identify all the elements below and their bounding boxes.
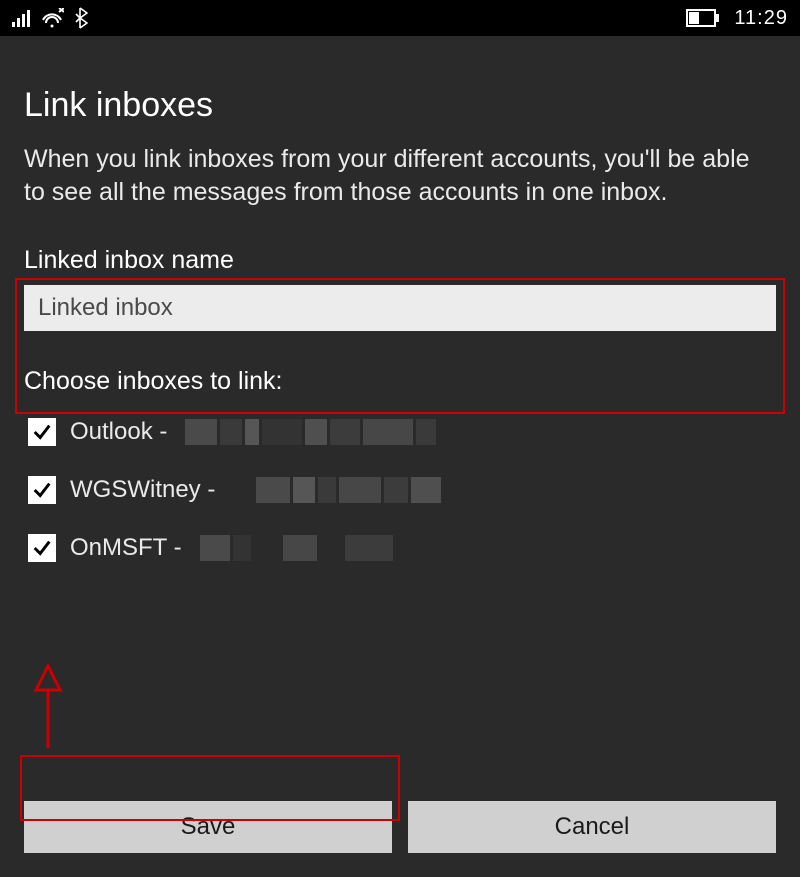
battery-icon (686, 9, 720, 27)
checkbox-onmsft[interactable] (28, 534, 56, 562)
checkbox-wgswitney[interactable] (28, 476, 56, 504)
inbox-label: Outlook - (70, 418, 167, 446)
linked-name-label: Linked inbox name (24, 246, 776, 275)
save-button[interactable]: Save (24, 801, 392, 853)
inbox-row: Outlook - (24, 418, 776, 446)
inbox-label: OnMSFT - (70, 534, 182, 562)
clock: 11:29 (734, 7, 788, 30)
inbox-label: WGSWitney - (70, 476, 215, 504)
inbox-row: WGSWitney - (24, 476, 776, 504)
bluetooth-icon (74, 7, 88, 29)
checkbox-outlook[interactable] (28, 418, 56, 446)
redacted-text (185, 419, 436, 445)
inbox-row: OnMSFT - (24, 534, 776, 562)
choose-label: Choose inboxes to link: (24, 367, 776, 396)
cancel-button[interactable]: Cancel (408, 801, 776, 853)
redacted-text (233, 477, 441, 503)
cellular-signal-icon (12, 9, 30, 27)
page-title: Link inboxes (24, 86, 776, 125)
page-description: When you link inboxes from your differen… (24, 143, 776, 208)
redacted-text (200, 535, 393, 561)
linked-name-input[interactable] (24, 285, 776, 331)
status-bar: 11:29 (0, 0, 800, 36)
wifi-icon (40, 8, 64, 28)
